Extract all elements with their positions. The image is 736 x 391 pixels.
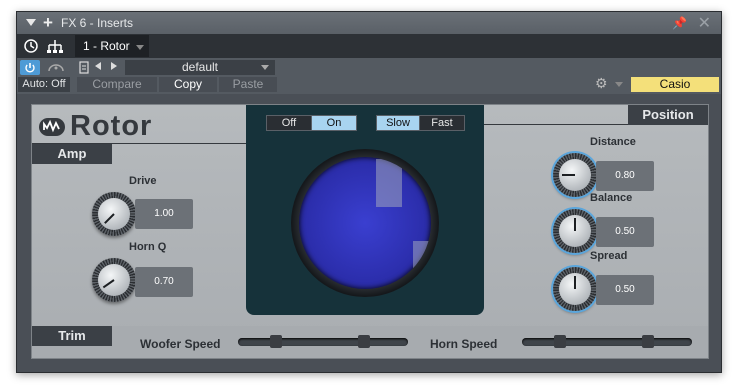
rotor-off-button[interactable]: Off xyxy=(266,115,312,131)
power-icon xyxy=(25,62,35,73)
horn-paddle xyxy=(376,159,402,207)
drive-label: Drive xyxy=(129,175,157,187)
copy-button[interactable]: Copy xyxy=(159,77,217,92)
spread-knob[interactable] xyxy=(553,267,597,311)
distance-value[interactable]: 0.80 xyxy=(596,161,654,191)
balance-label: Balance xyxy=(590,192,633,204)
balance-knob[interactable] xyxy=(553,209,597,253)
compare-button[interactable]: Compare xyxy=(77,77,157,92)
plugin-window: + FX 6 - Inserts 📌 ✕ 1 - Rotor Auto: Off xyxy=(16,11,722,373)
external-device-label[interactable]: Casio xyxy=(631,77,719,92)
horn-speed-slider[interactable] xyxy=(522,335,692,348)
plugin-logo: Rotor xyxy=(39,110,152,143)
speed-fast-button[interactable]: Fast xyxy=(419,115,465,131)
position-section-header: Position xyxy=(628,105,708,125)
rotor-speaker-graphic xyxy=(291,149,439,297)
collapse-icon[interactable] xyxy=(26,19,36,26)
routing-icon[interactable] xyxy=(44,35,66,57)
horn-speed-label: Horn Speed xyxy=(430,337,498,351)
woofer-max-handle[interactable] xyxy=(358,335,370,348)
speed-slow-button[interactable]: Slow xyxy=(376,115,420,131)
automation-icon[interactable] xyxy=(46,60,66,75)
insert-slot-selector[interactable]: 1 - Rotor xyxy=(75,35,149,57)
clock-icon[interactable] xyxy=(20,35,42,57)
add-insert-icon[interactable]: + xyxy=(43,13,53,33)
chevron-down-icon xyxy=(261,65,269,70)
preset-dropdown[interactable]: default xyxy=(125,60,275,75)
rotor-on-button[interactable]: On xyxy=(311,115,357,131)
insert-slot-name: 1 - Rotor xyxy=(83,39,130,53)
next-preset-icon[interactable] xyxy=(111,62,117,70)
window-title: FX 6 - Inserts xyxy=(61,16,134,30)
preset-name: default xyxy=(181,60,219,74)
auto-mode-button[interactable]: Auto: Off xyxy=(18,77,70,92)
chevron-down-icon xyxy=(136,45,144,50)
woofer-paddle xyxy=(413,241,431,287)
distance-knob[interactable] xyxy=(553,153,597,197)
plugin-name: Rotor xyxy=(70,110,153,142)
rotor-display: Off On Slow Fast xyxy=(246,105,484,315)
title-bar: + FX 6 - Inserts 📌 ✕ xyxy=(17,12,721,34)
woofer-speed-label: Woofer Speed xyxy=(140,337,221,351)
trim-section: Trim Woofer Speed Horn Speed xyxy=(32,326,708,358)
distance-label: Distance xyxy=(590,136,636,148)
horn-min-handle[interactable] xyxy=(554,335,566,348)
power-button[interactable] xyxy=(20,60,40,75)
trim-section-header: Trim xyxy=(32,326,112,346)
drive-knob[interactable] xyxy=(92,192,136,236)
spread-value[interactable]: 0.50 xyxy=(596,275,654,305)
woofer-min-handle[interactable] xyxy=(270,335,282,348)
woofer-speed-slider[interactable] xyxy=(238,335,408,348)
device-menu-chevron-icon[interactable] xyxy=(615,82,623,87)
balance-value[interactable]: 0.50 xyxy=(596,217,654,247)
paste-button[interactable]: Paste xyxy=(219,77,277,92)
pin-icon[interactable]: 📌 xyxy=(672,16,687,30)
gear-icon[interactable]: ⚙ xyxy=(595,75,608,92)
horn-q-label: Horn Q xyxy=(129,241,167,253)
rotor-drum xyxy=(299,157,431,289)
spread-label: Spread xyxy=(590,250,628,262)
amp-section-header: Amp xyxy=(32,144,112,164)
presonus-logo-icon xyxy=(39,117,65,136)
horn-q-value[interactable]: 0.70 xyxy=(135,267,193,297)
close-icon[interactable]: ✕ xyxy=(698,13,711,33)
horn-q-knob[interactable] xyxy=(92,258,136,302)
horn-max-handle[interactable] xyxy=(642,335,654,348)
preset-bar: 1 - Rotor xyxy=(17,34,721,58)
drive-value[interactable]: 1.00 xyxy=(135,199,193,229)
plugin-toolbar: Auto: Off default Compare Copy Paste ⚙ C… xyxy=(17,58,721,94)
previous-preset-icon[interactable] xyxy=(95,62,101,70)
rotor-plugin-panel: Rotor Amp Position Drive 1.00 Horn Q 0.7… xyxy=(31,104,709,359)
